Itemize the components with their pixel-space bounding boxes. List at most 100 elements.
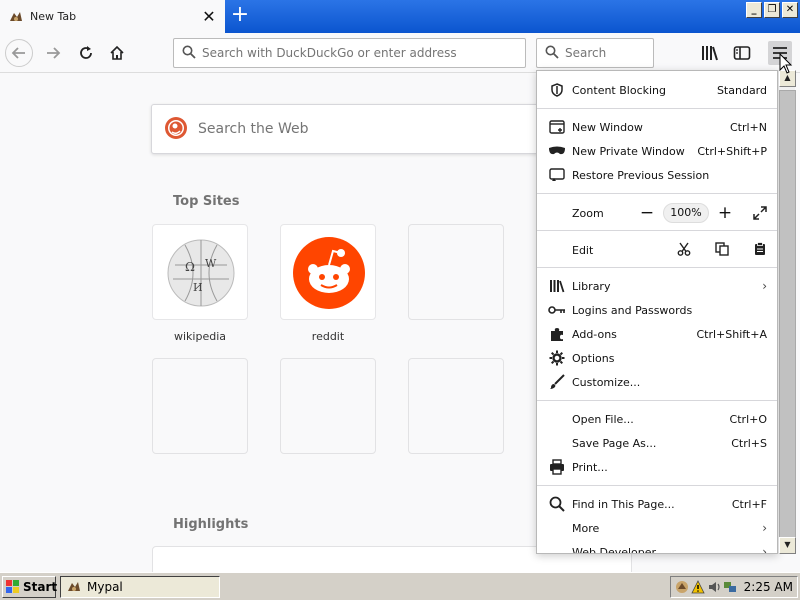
forward-arrow-icon[interactable] (39, 39, 67, 67)
web-search-input[interactable] (198, 121, 372, 137)
menu-item-addons[interactable]: Add-ons Ctrl+Shift+A (537, 322, 777, 346)
sidebar-icon[interactable] (730, 41, 754, 65)
menu-item-print[interactable]: Print... (537, 455, 777, 479)
menu-item-label: Options (572, 351, 615, 365)
reload-icon[interactable] (72, 39, 100, 67)
menu-shortcut: Ctrl+Shift+A (696, 327, 767, 341)
menu-scrollbar[interactable]: ▲ ▼ (778, 70, 796, 554)
search-icon (547, 496, 567, 512)
restore-session-icon (547, 167, 567, 183)
tab-new-tab[interactable]: New Tab ✕ (0, 0, 225, 33)
menu-item-label: Print... (572, 460, 608, 474)
menu-item-library[interactable]: Library › (537, 274, 777, 298)
taskbar-item-mypal[interactable]: Mypal (60, 576, 220, 598)
top-site-tile-wikipedia[interactable]: Ω W И (152, 224, 248, 320)
address-bar[interactable] (173, 38, 526, 68)
library-icon (547, 278, 567, 294)
back-arrow-icon[interactable] (5, 39, 33, 67)
top-site-empty-slot[interactable] (280, 358, 376, 454)
address-input[interactable] (202, 46, 517, 60)
edit-label: Edit (572, 243, 594, 257)
menu-item-label: Web Developer (572, 545, 657, 554)
close-window-icon[interactable]: ✕ (782, 2, 798, 18)
close-tab-icon[interactable]: ✕ (201, 8, 217, 25)
tray-app-icon[interactable] (675, 580, 689, 594)
menu-item-open-file[interactable]: Open File... Ctrl+O (537, 407, 777, 431)
menu-item-more[interactable]: More › (537, 516, 777, 540)
menu-item-options[interactable]: Options (537, 346, 777, 370)
volume-speaker-icon[interactable] (707, 580, 721, 594)
start-label: Start (23, 580, 58, 594)
menu-separator (537, 267, 777, 268)
menu-separator (537, 108, 777, 109)
mouse-pointer-icon (779, 52, 793, 75)
menu-item-logins[interactable]: Logins and Passwords (537, 298, 777, 322)
menu-shortcut: Ctrl+Shift+P (697, 144, 767, 158)
key-icon (547, 302, 567, 318)
scrollbar-thumb[interactable] (779, 90, 796, 538)
chevron-right-icon: › (762, 545, 767, 554)
menu-item-label: Logins and Passwords (572, 303, 693, 317)
new-window-icon (547, 119, 567, 135)
menu-item-save-page[interactable]: Save Page As... Ctrl+S (537, 431, 777, 455)
shield-icon (547, 82, 567, 98)
menu-shortcut: Ctrl+S (731, 436, 767, 450)
menu-item-web-developer[interactable]: Web Developer › (537, 540, 777, 554)
warning-icon[interactable] (691, 580, 705, 594)
taskbar: Start Mypal 2:25 AM (0, 572, 800, 600)
top-site-tile-reddit[interactable] (280, 224, 376, 320)
network-icon[interactable] (723, 580, 737, 594)
restore-icon[interactable]: ❐ (764, 2, 780, 18)
svg-text:W: W (205, 257, 217, 270)
printer-icon (547, 459, 567, 475)
search-bar[interactable] (536, 38, 715, 68)
top-sites-title: Top Sites (173, 194, 240, 209)
top-site-empty-slot[interactable] (408, 358, 504, 454)
home-icon[interactable] (103, 39, 131, 67)
search-input[interactable] (565, 46, 715, 60)
zoom-in-button[interactable]: + (713, 205, 737, 222)
window-controls: _ ❐ ✕ (746, 2, 798, 18)
menu-item-label: Customize... (572, 375, 641, 389)
chevron-right-icon: › (762, 279, 767, 293)
menu-item-find[interactable]: Find in This Page... Ctrl+F (537, 492, 777, 516)
menu-item-label: Library (572, 279, 611, 293)
menu-item-label: Add-ons (572, 327, 617, 341)
reddit-logo-icon (293, 237, 365, 312)
taskbar-item-label: Mypal (87, 580, 123, 594)
zoom-reset-button[interactable]: 100% (663, 203, 709, 223)
menu-item-content-blocking[interactable]: Content Blocking Standard (537, 78, 777, 102)
wikipedia-globe-icon: Ω W И (165, 237, 237, 312)
fullscreen-icon[interactable] (753, 206, 767, 220)
menu-separator (537, 485, 777, 486)
start-button[interactable]: Start (2, 576, 58, 598)
system-tray: 2:25 AM (670, 576, 798, 598)
menu-item-customize[interactable]: Customize... (537, 370, 777, 394)
top-site-empty-slot[interactable] (408, 224, 504, 320)
menu-edit-row: Edit (537, 237, 777, 263)
paste-clipboard-icon[interactable] (753, 241, 767, 259)
svg-text:Ω: Ω (185, 260, 195, 274)
minimize-icon[interactable]: _ (746, 2, 762, 18)
menu-item-new-private-window[interactable]: New Private Window Ctrl+Shift+P (537, 139, 777, 163)
tab-strip: New Tab ✕ + _ ❐ ✕ (0, 0, 800, 33)
menu-item-label: More (572, 521, 600, 535)
menu-item-new-window[interactable]: New Window Ctrl+N (537, 115, 777, 139)
puzzle-piece-icon (547, 326, 567, 342)
mypal-app-icon (66, 579, 82, 595)
private-mask-icon (547, 143, 567, 159)
menu-shortcut: Ctrl+O (729, 412, 767, 426)
copy-icon[interactable] (715, 241, 729, 259)
search-icon (545, 45, 559, 62)
duckduckgo-logo-icon (164, 116, 188, 143)
top-site-empty-slot[interactable] (152, 358, 248, 454)
menu-item-restore-session[interactable]: Restore Previous Session (537, 163, 777, 187)
menu-item-label: New Window (572, 120, 643, 134)
library-icon[interactable] (698, 41, 722, 65)
chevron-right-icon: › (762, 521, 767, 535)
cut-scissors-icon[interactable] (677, 242, 691, 259)
scroll-down-arrow-icon[interactable]: ▼ (779, 537, 796, 554)
menu-item-label: Find in This Page... (572, 497, 675, 511)
new-tab-plus-icon[interactable]: + (229, 4, 251, 27)
zoom-out-button[interactable]: − (635, 205, 659, 222)
